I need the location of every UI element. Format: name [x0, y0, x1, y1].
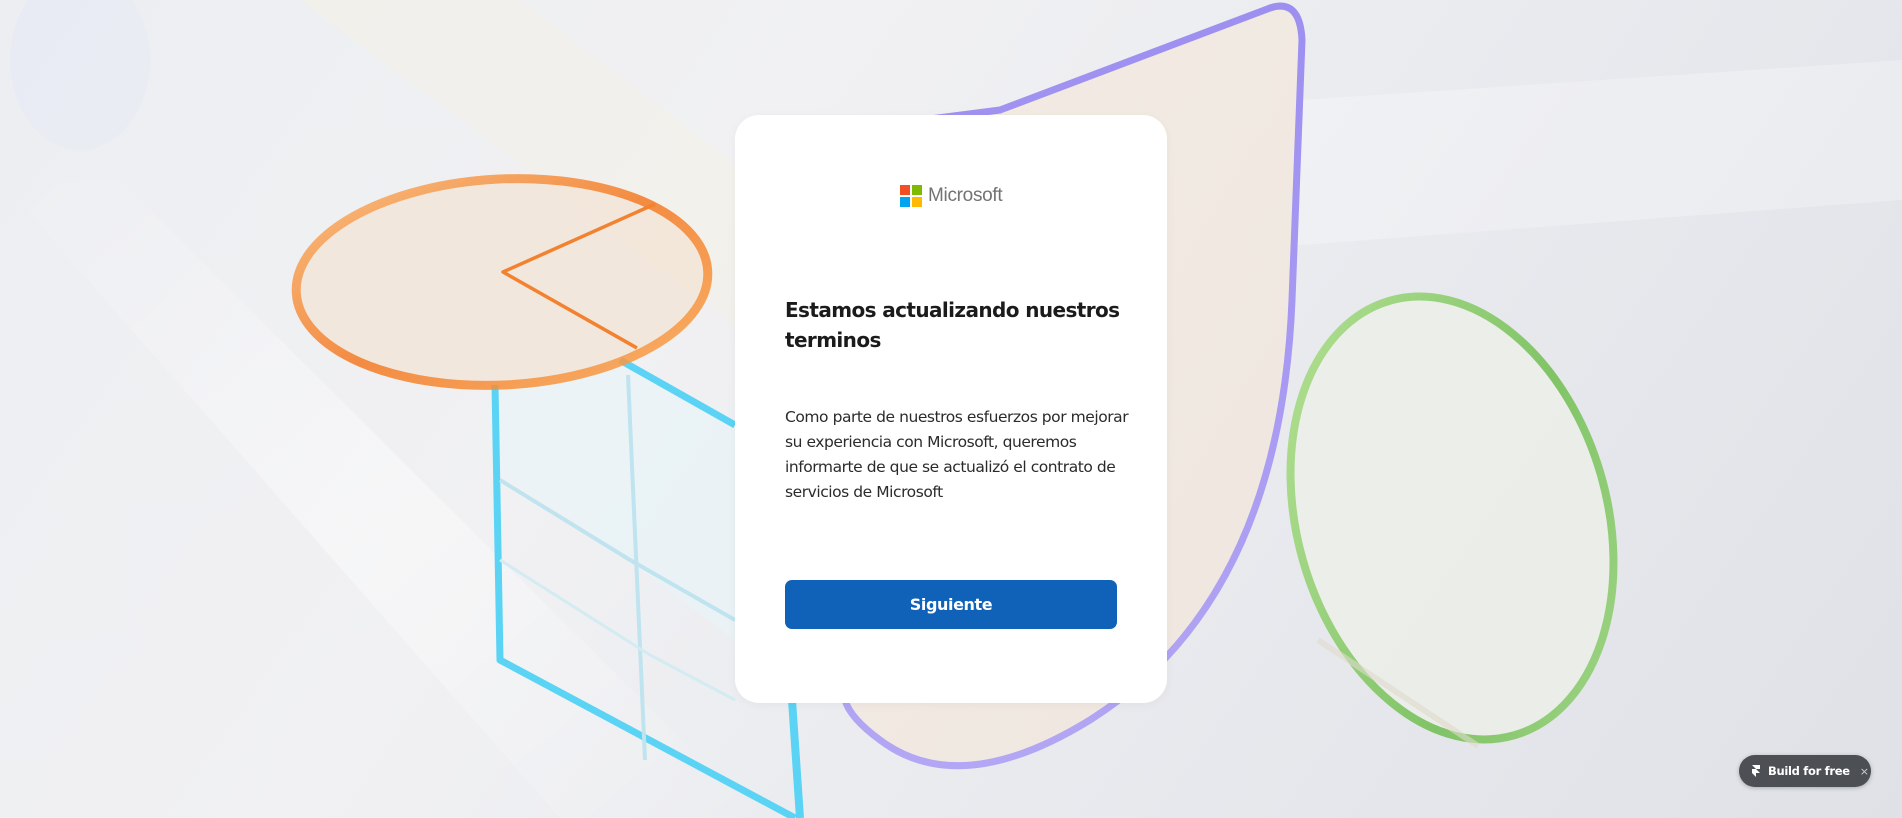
microsoft-wordmark: Microsoft [928, 185, 1003, 206]
logo-square-blue [900, 197, 910, 207]
logo-square-red [900, 185, 910, 195]
logo-square-green [912, 185, 922, 195]
build-for-free-label: Build for free [1768, 764, 1850, 778]
next-button[interactable]: Siguiente [785, 580, 1117, 629]
build-for-free-badge[interactable]: Build for free × [1739, 755, 1871, 787]
framer-icon [1752, 765, 1760, 777]
microsoft-grid-icon [900, 185, 922, 207]
microsoft-logo: Microsoft [900, 185, 1003, 207]
close-icon[interactable]: × [1860, 766, 1869, 777]
terms-update-card: Microsoft Estamos actualizando nuestros … [735, 115, 1167, 703]
dialog-body-text: Como parte de nuestros esfuerzos por mej… [785, 408, 1129, 501]
dialog-title: Estamos actualizando nuestros terminos [785, 298, 1120, 352]
logo-square-yellow [912, 197, 922, 207]
